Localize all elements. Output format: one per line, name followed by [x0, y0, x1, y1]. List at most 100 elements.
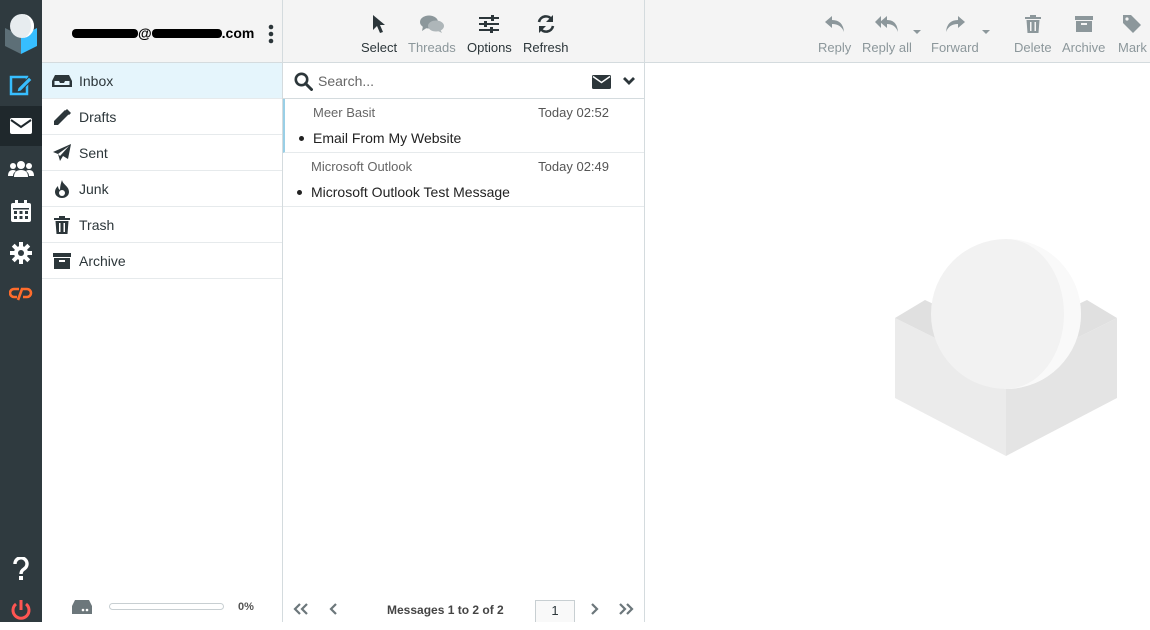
message-list-panel: Select Threads Options Refresh Search...…	[283, 0, 645, 622]
taskbar	[0, 0, 42, 622]
fire-icon	[52, 179, 72, 199]
page-number-input[interactable]: 1	[535, 600, 575, 622]
refresh-label: Refresh	[523, 40, 569, 55]
threads-button[interactable]: Threads	[408, 12, 456, 55]
compose-button[interactable]	[0, 65, 42, 105]
double-chevron-right-icon	[619, 603, 634, 615]
pencil-icon	[52, 107, 72, 127]
select-button[interactable]: Select	[361, 12, 397, 55]
logout-button[interactable]	[0, 590, 42, 630]
hdd-icon	[72, 600, 92, 614]
message-row[interactable]: Microsoft Outlook Today 02:49 Microsoft …	[283, 153, 644, 207]
archive-label: Archive	[1062, 40, 1106, 55]
preview-panel: Reply Reply all Forward Delete Archive M…	[645, 0, 1150, 622]
message-from: Meer Basit	[313, 105, 376, 120]
forward-dropdown-caret-icon[interactable]	[982, 30, 990, 34]
folder-item-drafts[interactable]: Drafts	[42, 99, 282, 135]
archive-icon	[1074, 12, 1093, 36]
folder-item-trash[interactable]: Trash	[42, 207, 282, 243]
double-chevron-left-icon	[293, 603, 308, 615]
compose-icon	[9, 75, 33, 96]
more-vertical-icon[interactable]	[268, 24, 274, 44]
users-icon	[8, 161, 34, 177]
folder-item-junk[interactable]: Junk	[42, 171, 282, 207]
pagination: Messages 1 to 2 of 2 1	[283, 596, 644, 622]
folder-label: Inbox	[79, 72, 114, 89]
folder-label: Drafts	[79, 108, 117, 125]
message-subject: Microsoft Outlook Test Message	[311, 184, 510, 200]
unread-dot-icon[interactable]	[297, 190, 302, 195]
prev-page-button[interactable]	[325, 602, 343, 616]
calendar-icon	[11, 200, 31, 222]
list-toolbar: Select Threads Options Refresh	[283, 0, 644, 63]
paper-plane-icon	[52, 143, 72, 163]
threads-label: Threads	[408, 40, 456, 55]
account-email[interactable]: @ .com	[72, 25, 254, 41]
chevron-down-icon[interactable]	[623, 77, 635, 86]
last-page-button[interactable]	[617, 602, 635, 616]
unread-dot-icon[interactable]	[299, 136, 304, 141]
cpanel-button[interactable]	[0, 274, 42, 314]
contacts-button[interactable]	[0, 149, 42, 189]
message-toolbar: Reply Reply all Forward Delete Archive M…	[645, 0, 1150, 63]
redaction-mask	[72, 28, 138, 38]
folder-item-sent[interactable]: Sent	[42, 135, 282, 171]
options-label: Options	[467, 40, 512, 55]
mark-button[interactable]: Mark	[1118, 12, 1147, 55]
envelope-icon[interactable]	[592, 75, 611, 89]
folder-item-archive[interactable]: Archive	[42, 243, 282, 279]
reply-all-dropdown-caret-icon[interactable]	[913, 30, 921, 34]
pager-info: Messages 1 to 2 of 2	[387, 603, 504, 617]
reply-all-label: Reply all	[862, 40, 912, 55]
folder-item-inbox[interactable]: Inbox	[42, 63, 282, 99]
quota-footer: 0%	[42, 592, 282, 622]
settings-button[interactable]	[0, 233, 42, 273]
email-suffix: .com	[221, 25, 255, 41]
reply-label: Reply	[818, 40, 852, 55]
folder-label: Trash	[79, 216, 115, 233]
folder-header: @ .com	[42, 0, 282, 63]
archive-button[interactable]: Archive	[1062, 12, 1105, 55]
inbox-icon	[52, 71, 72, 91]
options-button[interactable]: Options	[467, 12, 512, 55]
forward-icon	[944, 12, 966, 36]
folder-label: Junk	[79, 180, 109, 197]
mail-button[interactable]	[0, 106, 42, 146]
refresh-button[interactable]: Refresh	[523, 12, 569, 55]
chevron-left-icon	[329, 603, 337, 615]
delete-button[interactable]: Delete	[1014, 12, 1052, 55]
reply-icon	[824, 12, 846, 36]
comments-icon	[419, 12, 444, 36]
forward-label: Forward	[931, 40, 979, 55]
folder-label: Archive	[79, 252, 126, 269]
help-button[interactable]	[0, 549, 42, 589]
question-icon	[13, 557, 29, 580]
sliders-icon	[479, 12, 500, 36]
next-page-button[interactable]	[585, 602, 603, 616]
archive-icon	[52, 251, 72, 271]
reply-all-button[interactable]: Reply all	[862, 12, 912, 55]
trash-icon	[1024, 12, 1041, 36]
cursor-icon	[372, 12, 386, 36]
folder-label: Sent	[79, 144, 108, 161]
message-row[interactable]: Meer Basit Today 02:52 Email From My Web…	[283, 99, 644, 153]
redaction-mask	[151, 28, 222, 38]
forward-button[interactable]: Forward	[931, 12, 979, 55]
delete-label: Delete	[1014, 40, 1052, 55]
envelope-icon	[10, 118, 32, 134]
message-date: Today 02:49	[538, 159, 609, 174]
message-from: Microsoft Outlook	[311, 159, 413, 174]
search-input[interactable]	[318, 71, 578, 91]
reply-all-icon	[874, 12, 900, 36]
power-icon	[11, 600, 31, 620]
trash-icon	[52, 215, 72, 235]
reply-button[interactable]: Reply	[818, 12, 851, 55]
first-page-button[interactable]	[292, 602, 310, 616]
message-subject: Email From My Website	[313, 130, 462, 146]
roundcube-logo[interactable]	[2, 8, 40, 54]
message-date: Today 02:52	[538, 105, 609, 120]
roundcube-watermark	[895, 239, 1117, 456]
refresh-icon	[536, 12, 556, 36]
calendar-button[interactable]	[0, 191, 42, 231]
search-icon[interactable]	[294, 72, 313, 91]
